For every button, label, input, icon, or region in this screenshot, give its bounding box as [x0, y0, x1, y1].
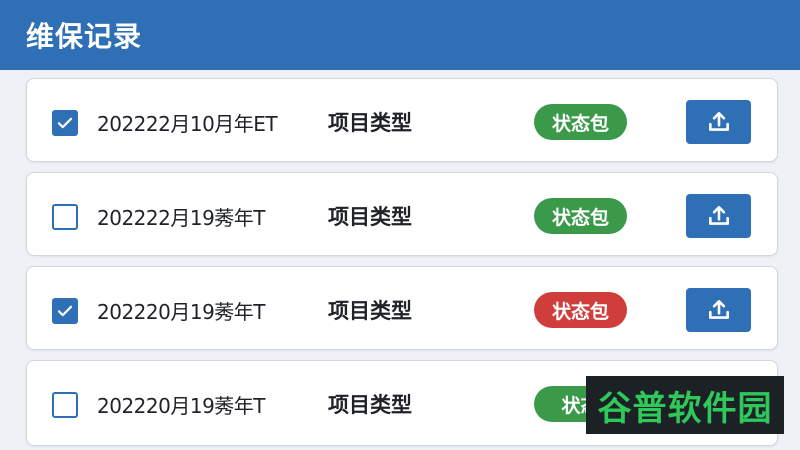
record-date: 202222月10月年ET: [97, 112, 278, 136]
upload-icon: [708, 112, 729, 131]
record-row[interactable]: 202220月19莠年T 项目类型 状态包: [26, 266, 778, 350]
record-date: 202222月19莠年T: [97, 206, 266, 230]
upload-icon: [708, 300, 729, 319]
record-type: 项目类型: [328, 393, 412, 417]
watermark-text: 谷普软件园: [597, 388, 773, 429]
upload-button[interactable]: [686, 288, 751, 332]
upload-icon: [708, 206, 729, 225]
row-checkbox[interactable]: [52, 110, 78, 136]
maintenance-records-screen: 维保记录 202222月10月年ET 项目类型 状态包 202222月19莠年T…: [0, 0, 800, 450]
row-checkbox[interactable]: [52, 204, 78, 230]
header-bar: 维保记录: [0, 0, 800, 70]
record-row[interactable]: 202222月19莠年T 项目类型 状态包: [26, 172, 778, 256]
record-type: 项目类型: [328, 111, 412, 135]
page-title: 维保记录: [26, 20, 143, 53]
row-checkbox[interactable]: [52, 392, 78, 418]
record-date: 202220月19莠年T: [97, 300, 266, 324]
upload-button[interactable]: [686, 194, 751, 238]
watermark-logo: 谷普软件园: [586, 376, 784, 434]
record-type: 项目类型: [328, 205, 412, 229]
check-icon: [57, 117, 73, 129]
record-row[interactable]: 202222月10月年ET 项目类型 状态包: [26, 78, 778, 162]
status-badge: 状态包: [534, 292, 627, 328]
status-badge: 状态包: [534, 198, 627, 234]
upload-button[interactable]: [686, 100, 751, 144]
record-date: 202220月19莠年T: [97, 394, 266, 418]
record-type: 项目类型: [328, 299, 412, 323]
status-badge: 状态包: [534, 104, 627, 140]
row-checkbox[interactable]: [52, 298, 78, 324]
check-icon: [57, 305, 73, 317]
